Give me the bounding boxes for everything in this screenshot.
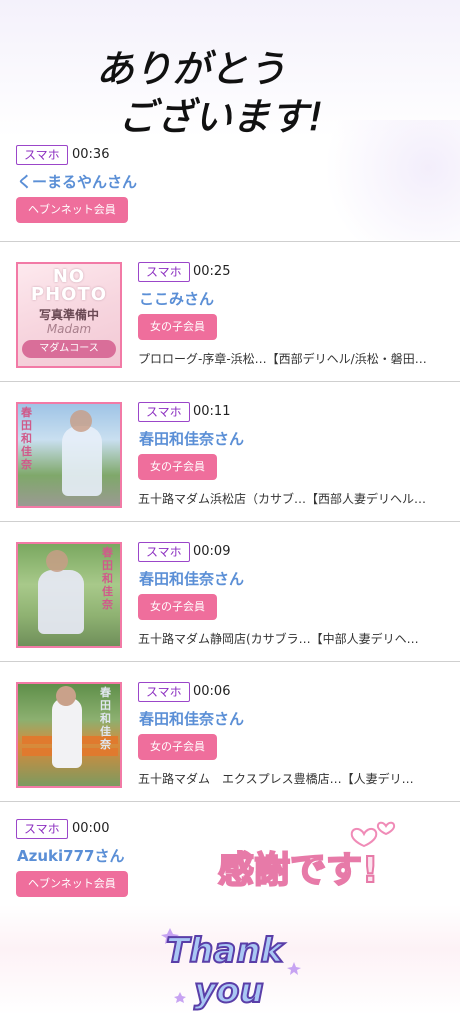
member-badge: 女の子会員 — [138, 734, 217, 760]
visit-time: 00:09 — [193, 544, 231, 559]
profile-thumbnail[interactable]: 春田和佳奈 — [16, 402, 122, 508]
profile-thumbnail[interactable]: NO PHOTO 写真準備中 Madam マダムコース — [16, 262, 122, 368]
member-badge: 女の子会員 — [138, 454, 217, 480]
list-item[interactable]: 春田和佳奈 スマホ 00:06 春田和佳奈さん 女の子会員 五十路マダム エクス… — [0, 662, 460, 802]
device-tag: スマホ — [138, 542, 190, 562]
photo-preparing-label: 写真準備中 — [38, 308, 99, 322]
device-tag: スマホ — [16, 819, 68, 839]
photo-label: PHOTO — [30, 284, 108, 305]
vertical-name-label: 春田和佳奈 — [21, 406, 32, 471]
header-line2: ございます! — [118, 95, 323, 136]
shop-name[interactable]: プロローグ-序章-浜松…【西部デリヘル/浜松・磐田… — [138, 350, 444, 367]
member-badge: 女の子会員 — [138, 594, 217, 620]
madam-script: Madam — [46, 322, 92, 336]
visit-time: 00:06 — [193, 684, 231, 699]
vertical-name-label: 春田和佳奈 — [100, 686, 111, 751]
visit-time: 00:00 — [72, 821, 110, 836]
shop-name[interactable]: 五十路マダム エクスプレス豊橋店…【人妻デリ… — [138, 770, 444, 787]
shop-name[interactable]: 五十路マダム静岡店(カサブラ…【中部人妻デリヘ… — [138, 630, 444, 647]
thank-you-header-image: ありがとう ございます! — [96, 47, 324, 136]
list-item[interactable]: スマホ 00:36 くーまるやんさん ヘブンネット会員 — [0, 138, 460, 242]
footprint-list: スマホ 00:36 くーまるやんさん ヘブンネット会員 NO PHOTO 写真準… — [0, 138, 460, 906]
thankyou-line2: you — [194, 971, 264, 1011]
thankyou-line1: Thank — [166, 931, 286, 971]
shop-name[interactable]: 五十路マダム浜松店（カサブ…【西部人妻デリヘル… — [138, 490, 444, 507]
vertical-name-label: 春田和佳奈 — [102, 546, 113, 611]
profile-thumbnail[interactable]: 春田和佳奈 — [16, 542, 122, 648]
user-name-link[interactable]: くーまるやんさん — [17, 171, 137, 192]
visit-time: 00:11 — [193, 404, 231, 419]
thanks-sticker-image: 感謝です! — [217, 821, 396, 892]
thank-you-sticker-image: Thank you — [161, 928, 301, 1012]
header-line1: ありがとう — [96, 47, 286, 91]
user-name-link[interactable]: ここみさん — [139, 288, 214, 309]
user-name-link[interactable]: 春田和佳奈さん — [139, 568, 244, 589]
thanks-text: 感謝です! — [218, 850, 378, 891]
device-tag: スマホ — [138, 262, 190, 282]
user-name-link[interactable]: 春田和佳奈さん — [139, 428, 244, 449]
visit-time: 00:25 — [193, 264, 231, 279]
course-ribbon: マダムコース — [22, 340, 116, 358]
list-item[interactable]: NO PHOTO 写真準備中 Madam マダムコース スマホ 00:25 ここ… — [0, 242, 460, 382]
device-tag: スマホ — [16, 145, 68, 165]
device-tag: スマホ — [138, 682, 190, 702]
member-badge: ヘブンネット会員 — [16, 871, 128, 897]
list-item[interactable]: 春田和佳奈 スマホ 00:09 春田和佳奈さん 女の子会員 五十路マダム静岡店(… — [0, 522, 460, 662]
user-name-link[interactable]: Azuki777さん — [17, 845, 124, 866]
user-name-link[interactable]: 春田和佳奈さん — [139, 708, 244, 729]
profile-thumbnail[interactable]: 春田和佳奈 — [16, 682, 122, 788]
list-item[interactable]: 春田和佳奈 スマホ 00:11 春田和佳奈さん 女の子会員 五十路マダム浜松店（… — [0, 382, 460, 522]
device-tag: スマホ — [138, 402, 190, 422]
visit-time: 00:36 — [72, 147, 110, 162]
member-badge: 女の子会員 — [138, 314, 217, 340]
member-badge: ヘブンネット会員 — [16, 197, 128, 223]
